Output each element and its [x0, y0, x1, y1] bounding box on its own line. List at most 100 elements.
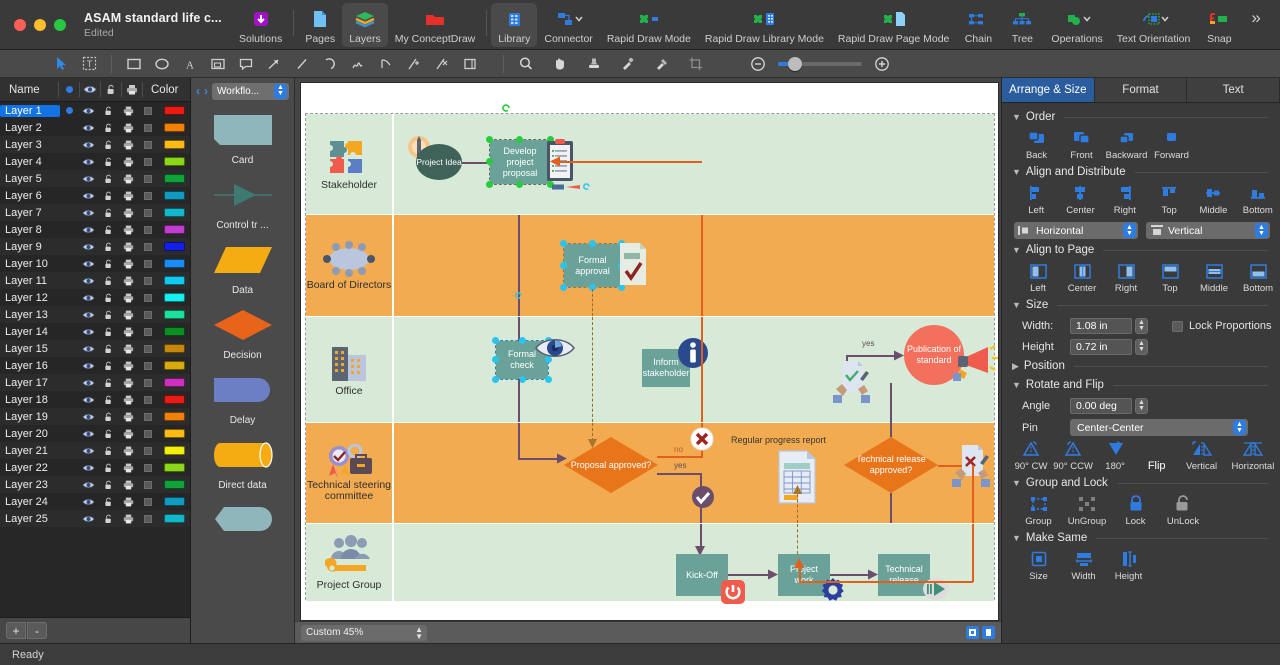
layer-row[interactable]: Layer 22	[0, 459, 190, 476]
layer-print-checkbox[interactable]	[138, 276, 158, 285]
layer-lock-toggle[interactable]	[98, 276, 118, 286]
layer-lock-toggle[interactable]	[98, 378, 118, 388]
rotate-90-cw-button[interactable]: 90° CW	[1010, 439, 1052, 472]
callout-box-tool[interactable]	[205, 53, 231, 75]
layer-visible-toggle[interactable]	[78, 158, 98, 166]
layer-visible-toggle[interactable]	[78, 141, 98, 149]
make-same-height-button[interactable]: Height	[1106, 549, 1151, 582]
layer-print-checkbox[interactable]	[138, 514, 158, 523]
layer-active-toggle[interactable]	[60, 107, 78, 114]
layer-row[interactable]: Layer 20	[0, 425, 190, 442]
layer-print-toggle[interactable]	[118, 429, 138, 439]
layer-print-toggle[interactable]	[118, 208, 138, 218]
layer-lock-toggle[interactable]	[98, 106, 118, 116]
node-project-idea[interactable]: Project Idea	[416, 144, 462, 180]
fit-page-icon[interactable]	[966, 626, 979, 639]
toolbar-item-my-conceptdraw[interactable]: My ConceptDraw	[388, 3, 483, 47]
zoom-level-selector[interactable]: Custom 45% ▲ ▼	[301, 624, 427, 641]
layer-print-toggle[interactable]	[118, 446, 138, 456]
library-shape-control-transfer[interactable]: Control tr ...	[191, 175, 294, 231]
layer-row[interactable]: Layer 25	[0, 510, 190, 527]
connector-no-branch[interactable]	[657, 456, 703, 458]
layer-visible-toggle[interactable]	[78, 498, 98, 506]
swimlane-body[interactable]: Project Idea Develop project proposal	[394, 114, 994, 214]
stamp-tool[interactable]	[581, 53, 607, 75]
layer-visible-toggle[interactable]	[78, 260, 98, 268]
layer-color-swatch[interactable]	[164, 310, 185, 319]
layer-row[interactable]: Layer 13	[0, 306, 190, 323]
toolbar-item-pages[interactable]: Pages	[298, 3, 342, 47]
layer-lock-toggle[interactable]	[98, 174, 118, 184]
make-same-size-button[interactable]: Size	[1016, 549, 1061, 582]
layer-color-swatch[interactable]	[164, 429, 185, 438]
layer-visible-toggle[interactable]	[78, 379, 98, 387]
bring-to-front-button[interactable]: Front	[1059, 128, 1104, 161]
arc-tool[interactable]	[317, 53, 343, 75]
section-group-lock[interactable]: ▼ Group and Lock	[1002, 472, 1280, 491]
height-input[interactable]: 0.72 in	[1070, 339, 1132, 355]
layer-print-checkbox[interactable]	[138, 429, 158, 438]
library-shape-direct-data[interactable]: Direct data	[191, 435, 294, 491]
layer-print-toggle[interactable]	[118, 276, 138, 286]
swimlane-body[interactable]: Formal approval	[394, 215, 994, 316]
layer-color-swatch[interactable]	[164, 497, 185, 506]
lock-button[interactable]: Lock	[1113, 494, 1158, 527]
connector-kickoff-to-work[interactable]	[728, 574, 772, 576]
toolbar-item-rapid-draw-page-mode[interactable]: Rapid Draw Page Mode	[831, 3, 956, 47]
rectangle-tool[interactable]	[121, 53, 147, 75]
layer-visible-toggle[interactable]	[78, 413, 98, 421]
chevron-down-icon[interactable]: ▼	[1012, 478, 1021, 488]
hand-tool[interactable]	[547, 53, 573, 75]
swimlane-board-of-directors[interactable]: Board of Directors Formal approval	[306, 215, 994, 316]
layer-row[interactable]: Layer 18	[0, 391, 190, 408]
layer-print-checkbox[interactable]	[138, 327, 158, 336]
layer-visible-toggle[interactable]	[78, 328, 98, 336]
toolbar-item-snap[interactable]: Snap	[1197, 3, 1241, 47]
layer-print-checkbox[interactable]	[138, 225, 158, 234]
layer-color-swatch[interactable]	[164, 191, 185, 200]
layer-lock-toggle[interactable]	[98, 412, 118, 422]
flip-vertical-button[interactable]: Vertical	[1177, 439, 1226, 472]
layer-row[interactable]: Layer 9	[0, 238, 190, 255]
layer-color-swatch[interactable]	[164, 106, 185, 115]
line-tool[interactable]	[289, 53, 315, 75]
tab-format[interactable]: Format	[1094, 78, 1188, 102]
layer-row[interactable]: Layer 8	[0, 221, 190, 238]
layer-row[interactable]: Layer 6	[0, 187, 190, 204]
layer-color-swatch[interactable]	[164, 276, 185, 285]
layer-visible-toggle[interactable]	[78, 226, 98, 234]
align-top-button[interactable]: Top	[1147, 183, 1191, 216]
connector-release-down[interactable]	[890, 493, 892, 523]
layer-color-swatch[interactable]	[164, 225, 185, 234]
layer-print-checkbox[interactable]	[138, 497, 158, 506]
zoom-out-button[interactable]	[745, 53, 771, 75]
layer-lock-toggle[interactable]	[98, 140, 118, 150]
distribute-vertical-dropdown[interactable]: Vertical ▲ ▼	[1146, 222, 1270, 239]
layer-print-checkbox[interactable]	[138, 157, 158, 166]
layer-color-swatch[interactable]	[164, 514, 185, 523]
layer-row[interactable]: Layer 4	[0, 153, 190, 170]
toolbar-overflow-button[interactable]: »	[1241, 8, 1270, 28]
layer-row[interactable]: Layer 3	[0, 136, 190, 153]
layer-visible-toggle[interactable]	[78, 515, 98, 523]
selection-handle[interactable]	[519, 376, 526, 383]
layer-lock-toggle[interactable]	[98, 208, 118, 218]
layer-color-swatch[interactable]	[164, 174, 185, 183]
selection-handle[interactable]	[516, 181, 523, 188]
layer-print-checkbox[interactable]	[138, 140, 158, 149]
layer-print-toggle[interactable]	[118, 106, 138, 116]
swimlane-project-group[interactable]: Project Group Kick-Off Project work Tech…	[306, 524, 994, 604]
layer-print-toggle[interactable]	[118, 361, 138, 371]
layer-visible-toggle[interactable]	[78, 481, 98, 489]
flip-horizontal-button[interactable]: Horizontal	[1226, 439, 1280, 472]
selection-handle[interactable]	[519, 337, 526, 344]
toolbar-item-rapid-draw-mode[interactable]: Rapid Draw Mode	[600, 3, 698, 47]
layer-lock-toggle[interactable]	[98, 327, 118, 337]
align-middle-button[interactable]: Middle	[1191, 183, 1235, 216]
page-align-center-button[interactable]: Center	[1060, 261, 1104, 294]
layer-lock-toggle[interactable]	[98, 310, 118, 320]
layer-print-checkbox[interactable]	[138, 106, 158, 115]
selection-handle[interactable]	[492, 376, 499, 383]
layer-lock-toggle[interactable]	[98, 191, 118, 201]
send-to-back-button[interactable]: Back	[1014, 128, 1059, 161]
